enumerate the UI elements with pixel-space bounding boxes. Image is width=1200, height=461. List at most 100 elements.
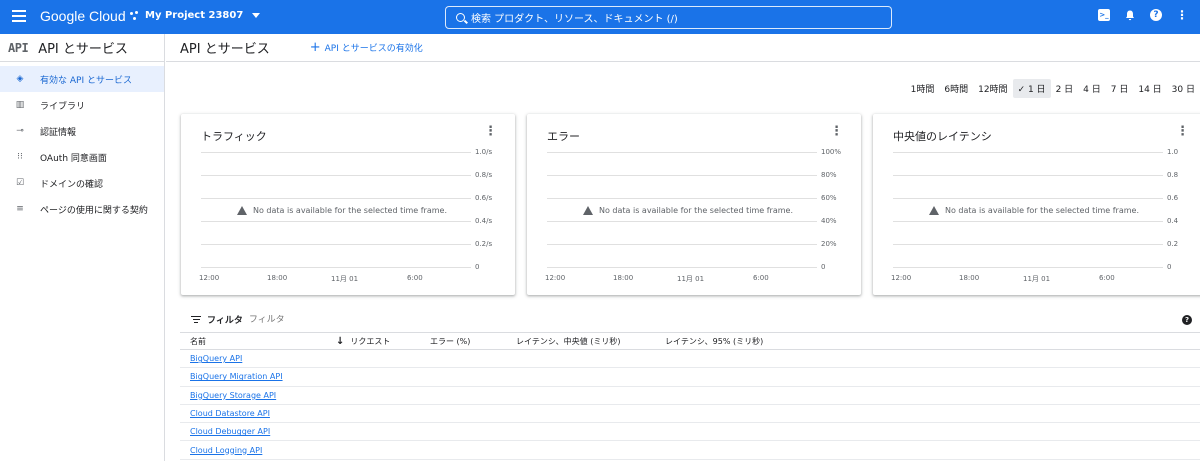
library-icon: ▥ [15,100,25,110]
gridline [201,267,471,268]
sidebar-item-page-usage-agreements[interactable]: ≡ ページの使用に関する契約 [0,196,164,222]
gridline [893,221,1163,222]
table-row: BigQuery Migration API [180,368,1200,387]
api-link[interactable]: Cloud Datastore API [180,409,270,418]
time-option-2d[interactable]: 2 日 [1051,79,1079,98]
column-header-name[interactable]: 名前 [190,336,206,347]
plus-icon: + [309,39,321,55]
x-tick-label: 6:00 [407,274,423,282]
y-tick-label: 0.4 [1167,217,1179,225]
sidebar-item-domain-verification[interactable]: ☑ ドメインの確認 [0,170,164,196]
more-vert-icon[interactable]: ⋮ [1176,8,1188,22]
time-option-7d[interactable]: 7 日 [1106,79,1134,98]
no-data-message: No data is available for the selected ti… [579,206,797,215]
chart-title: エラー [547,130,580,143]
x-tick-label: 6:00 [753,274,769,282]
column-header-latency-95[interactable]: レイテンシ、95% (ミリ秒) [665,336,763,347]
column-header-errors[interactable]: エラー (%) [430,336,470,347]
cloud-shell-icon[interactable]: >_ [1098,9,1110,21]
api-link[interactable]: BigQuery API [180,354,242,363]
help-icon[interactable]: ? [1182,315,1192,325]
consent-icon: ⁝⁝ [17,152,23,162]
sidebar-item-label: ライブラリ [40,101,86,112]
x-tick-label: 18:00 [959,274,980,282]
menu-icon[interactable] [12,10,26,22]
table-row: BigQuery API [180,350,1200,369]
search-placeholder: 検索 プロダクト、リソース、ドキュメント (/) [471,14,678,25]
sidebar-header: API API とサービス [0,34,164,62]
time-option-30d[interactable]: 30 日 [1167,79,1200,98]
more-vert-icon[interactable]: ⋮ [484,125,497,138]
y-tick-label: 0.2 [1167,240,1179,248]
time-option-14d[interactable]: 14 日 [1133,79,1166,98]
column-header-requests[interactable]: ↓ リクエスト [336,336,390,347]
chart-title: トラフィック [201,130,267,143]
y-tick-label: 1.0 [1167,148,1179,156]
warning-icon [237,206,247,215]
no-data-message: No data is available for the selected ti… [925,206,1143,215]
filter-label: フィルタ [207,316,243,326]
search-icon [456,13,465,22]
api-link[interactable]: Cloud Debugger API [180,427,270,436]
time-range-selector: 1時間 6時間 12時間 ✓ 1 日 2 日 4 日 7 日 14 日 30 日 [906,79,1200,98]
no-data-text: No data is available for the selected ti… [253,206,447,215]
latency-chart-card: 中央値のレイテンシ ⋮ 1.0 0.8 0.6 0.4 0.2 0 12:00 18:00 11… [873,114,1200,295]
chart-title: 中央値のレイテンシ [893,130,992,143]
help-icon[interactable]: ? [1150,9,1162,21]
y-tick-label: 0.4/s [475,217,493,225]
sidebar-item-library[interactable]: ▥ ライブラリ [0,92,164,118]
sidebar-item-oauth-consent[interactable]: ⁝⁝ OAuth 同意画面 [0,144,164,170]
column-header-latency-median[interactable]: レイテンシ、中央値 (ミリ秒) [516,336,620,347]
sidebar-item-enabled-apis[interactable]: ◈ 有効な API とサービス [0,66,164,92]
time-option-6h[interactable]: 6時間 [939,79,973,98]
time-option-4d[interactable]: 4 日 [1078,79,1106,98]
filter-icon[interactable] [191,315,201,325]
x-tick-label: 11月 01 [331,275,359,283]
y-tick-label: 0 [475,263,480,271]
enable-apis-label: API とサービスの有効化 [324,44,423,54]
checkbox-icon: ☑ [15,178,25,188]
gridline [547,175,817,176]
y-tick-label: 0.6 [1167,194,1179,202]
api-link[interactable]: BigQuery Migration API [180,372,283,381]
y-tick-label: 40% [821,217,837,225]
sidebar: API API とサービス ◈ 有効な API とサービス ▥ ライブラリ ⊸ … [0,34,165,461]
notifications-icon[interactable] [1124,9,1136,21]
time-option-1d-label: 1 日 [1027,85,1046,95]
time-option-12h[interactable]: 12時間 [973,79,1012,98]
more-vert-icon[interactable]: ⋮ [830,125,843,138]
more-vert-icon[interactable]: ⋮ [1176,125,1189,138]
filter-bar: フィルタ [191,313,329,326]
project-selector[interactable]: My Project 23807 [130,10,261,21]
gridline [547,198,817,199]
gridline [547,221,817,222]
no-data-message: No data is available for the selected ti… [233,206,451,215]
api-link[interactable]: Cloud Logging API [180,446,262,455]
sidebar-item-label: 認証情報 [40,127,77,138]
sidebar-item-label: 有効な API とサービス [40,75,132,86]
sidebar-item-credentials[interactable]: ⊸ 認証情報 [0,118,164,144]
chevron-down-icon [252,13,261,18]
gridline [201,198,471,199]
api-link[interactable]: BigQuery Storage API [180,391,276,400]
enable-apis-button[interactable]: + API とサービスの有効化 [309,39,423,55]
y-tick-label: 20% [821,240,837,248]
sidebar-item-label: OAuth 同意画面 [40,153,107,164]
no-data-text: No data is available for the selected ti… [599,206,793,215]
filter-input[interactable] [248,314,329,325]
sidebar-title: API とサービス [38,42,128,57]
gridline [201,244,471,245]
settings-list-icon: ≡ [16,204,24,214]
search-input[interactable]: 検索 プロダクト、リソース、ドキュメント (/) [445,6,892,29]
x-tick-label: 12:00 [199,274,220,282]
table-row: Cloud Datastore API [180,405,1200,424]
no-data-text: No data is available for the selected ti… [945,206,1139,215]
x-tick-label: 11月 01 [1023,275,1051,283]
page-header: API とサービス + API とサービスの有効化 [166,34,1200,62]
time-option-1d[interactable]: ✓ 1 日 [1012,79,1051,98]
project-icon [130,10,140,21]
top-bar: Google Cloud My Project 23807 検索 プロダクト、リ… [0,0,1200,34]
y-tick-label: 0.2/s [475,240,493,248]
google-cloud-logo[interactable]: Google Cloud [40,8,126,24]
time-option-1h[interactable]: 1時間 [906,79,940,98]
